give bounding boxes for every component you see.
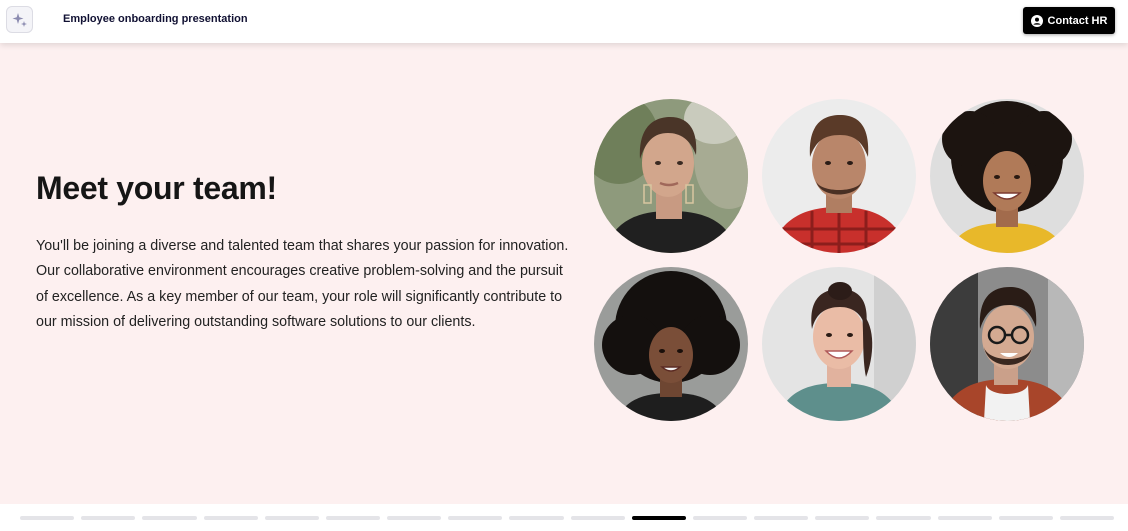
progress-segment[interactable] [448,516,503,520]
presentation-title: Employee onboarding presentation [63,13,248,25]
progress-segment[interactable] [387,516,442,520]
progress-segment[interactable] [325,516,381,520]
team-member-photo-3 [930,99,1084,253]
progress-segment[interactable] [815,516,870,520]
app-logo-button[interactable] [6,6,33,33]
progress-segment-active[interactable] [631,516,686,520]
team-member-photo-6 [930,267,1084,421]
slide-navigation [0,504,1128,531]
progress-segment[interactable] [692,516,748,520]
progress-segment[interactable] [81,516,136,520]
slide-content: Meet your team! You'll be joining a dive… [0,43,1128,504]
contact-hr-button[interactable]: Contact HR [1023,7,1115,34]
progress-segment[interactable] [203,516,258,520]
progress-segment[interactable] [998,516,1053,520]
progress-segment[interactable] [937,516,992,520]
progress-segment[interactable] [1059,516,1115,520]
progress-segment[interactable] [264,516,319,520]
progress-segment[interactable] [142,516,197,520]
slide-body-text: You'll be joining a diverse and talented… [36,238,569,330]
slide-progress-bar [20,516,1115,520]
contact-hr-label: Contact HR [1047,14,1108,27]
progress-segment[interactable] [509,516,564,520]
progress-segment[interactable] [754,516,809,520]
progress-segment[interactable] [20,516,75,520]
progress-segment[interactable] [570,516,625,520]
team-member-photo-5 [762,267,916,421]
user-circle-icon [1030,14,1043,27]
progress-segment[interactable] [876,516,931,520]
team-member-photo-1 [594,99,748,253]
team-member-photo-2 [762,99,916,253]
slide-heading: Meet your team! [36,170,277,206]
team-member-photo-4 [594,267,748,421]
top-bar: Employee onboarding presentation Contact… [0,0,1128,43]
sparkle-icon [12,12,27,27]
